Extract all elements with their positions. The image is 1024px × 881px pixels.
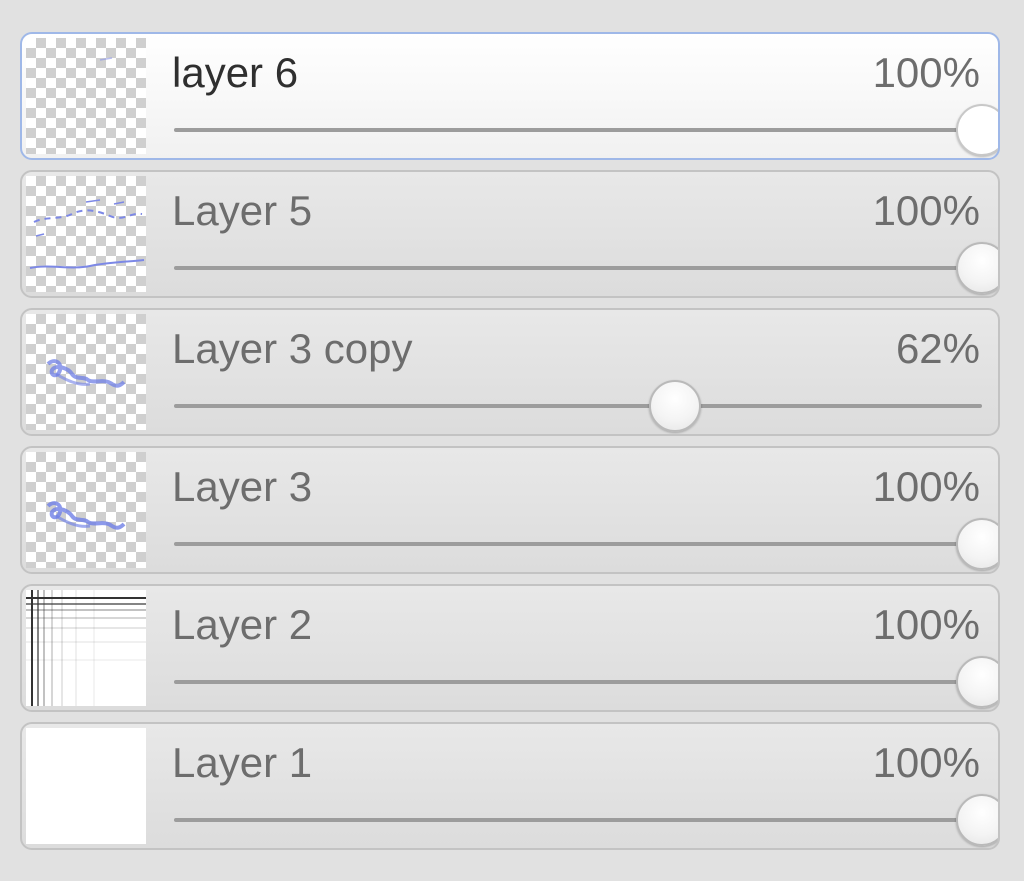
slider-track [174, 818, 982, 822]
opacity-slider[interactable] [174, 790, 998, 848]
slider-track [174, 404, 982, 408]
layer-name: Layer 3 copy [172, 325, 413, 372]
layer-row-layer-6[interactable]: layer 6 100% [20, 32, 1000, 160]
layer-row-layer-3[interactable]: Layer 3 100% [20, 446, 1000, 574]
opacity-slider[interactable] [174, 376, 982, 434]
opacity-slider[interactable] [174, 514, 998, 572]
layer-name: layer 6 [172, 49, 299, 96]
slider-handle[interactable] [956, 656, 998, 708]
slider-handle[interactable] [956, 104, 998, 156]
layer-opacity-value: 100% [872, 739, 980, 786]
slider-handle[interactable] [648, 380, 701, 432]
layer-thumbnail [26, 590, 146, 706]
slider-handle[interactable] [956, 242, 998, 294]
layer-opacity-value: 100% [872, 463, 980, 510]
layer-opacity-value: 100% [872, 49, 980, 96]
slider-handle[interactable] [956, 518, 998, 570]
opacity-slider[interactable] [174, 652, 998, 710]
slider-handle[interactable] [956, 794, 998, 846]
layer-opacity-value: 100% [872, 187, 980, 234]
slider-track [174, 266, 982, 270]
layer-thumbnail [26, 176, 146, 292]
opacity-slider[interactable] [174, 100, 998, 158]
layer-opacity-value: 100% [872, 601, 980, 648]
layer-row-layer-3-copy[interactable]: Layer 3 copy 62% [20, 308, 1000, 436]
layer-name: Layer 5 [172, 187, 313, 234]
layer-name: Layer 3 [172, 463, 313, 510]
layer-row-layer-2[interactable]: Layer 2 100% [20, 584, 1000, 712]
slider-track [174, 542, 982, 546]
layer-name: Layer 2 [172, 601, 313, 648]
slider-track [174, 680, 982, 684]
opacity-slider[interactable] [174, 238, 998, 296]
layer-row-layer-1[interactable]: Layer 1 100% [20, 722, 1000, 850]
layer-thumbnail [26, 314, 146, 430]
layer-row-layer-5[interactable]: Layer 5 100% [20, 170, 1000, 298]
layer-name: Layer 1 [172, 739, 313, 786]
layer-thumbnail [26, 728, 146, 844]
layer-opacity-value: 62% [895, 325, 980, 372]
layer-thumbnail [26, 452, 146, 568]
layer-thumbnail [26, 38, 146, 154]
layers-panel: layer 6 100% Layer 5 100% Layer 3 copy 6… [0, 0, 1024, 881]
slider-track [174, 128, 982, 132]
